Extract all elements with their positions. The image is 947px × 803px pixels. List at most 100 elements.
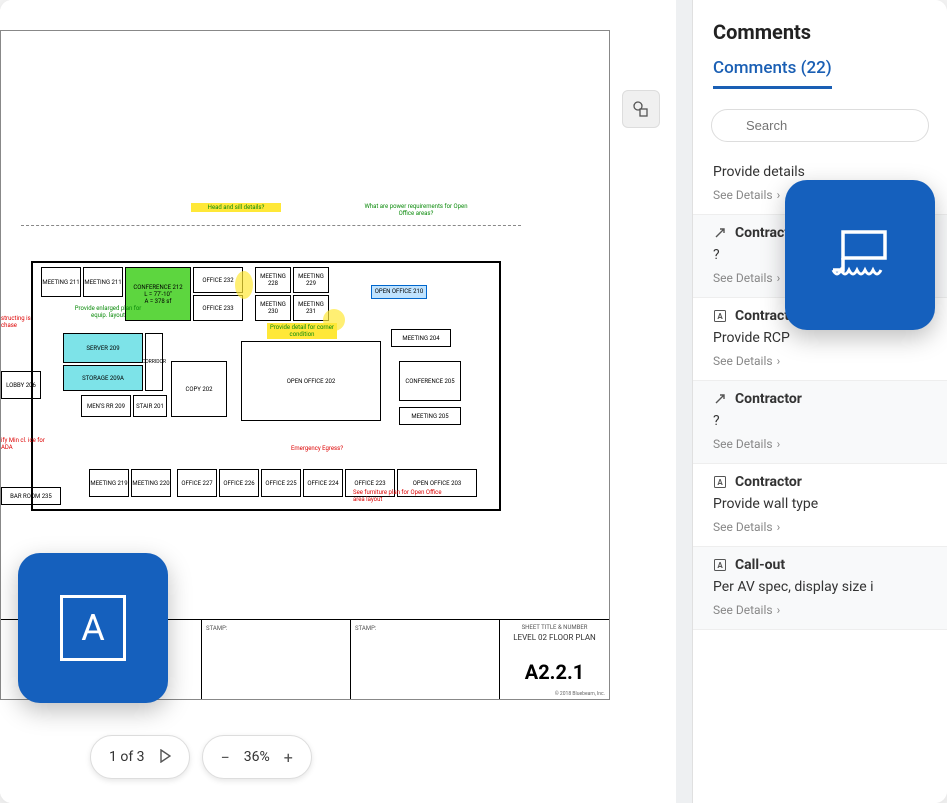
- comments-title: Comments: [693, 20, 947, 58]
- comment-text: Provide wall type: [713, 496, 927, 512]
- see-details-link[interactable]: See Details ›: [713, 437, 927, 451]
- chevron-right-icon: ›: [777, 437, 781, 451]
- room-office-227: OFFICE 227: [177, 469, 217, 497]
- viewer-controls: 1 of 3 − 36% +: [90, 735, 312, 779]
- annotation-egress: Emergency Egress?: [291, 445, 343, 452]
- comment-author: Contractor: [735, 474, 802, 490]
- dimension-line: [21, 225, 521, 226]
- room-area: A = 378 sf: [145, 298, 172, 305]
- room-office-233: OFFICE 233: [193, 295, 243, 321]
- see-details-link[interactable]: See Details ›: [713, 520, 927, 534]
- room-office-226: OFFICE 226: [219, 469, 259, 497]
- search-wrap: [693, 99, 947, 148]
- comment-text: Provide details: [713, 164, 927, 180]
- sheet-label: SHEET TITLE & NUMBER: [504, 624, 605, 631]
- comment-text: Per AV spec, display size i: [713, 579, 927, 595]
- see-details-link[interactable]: See Details ›: [713, 603, 927, 617]
- comment-text: ?: [713, 413, 927, 429]
- room-office-224: OFFICE 224: [303, 469, 343, 497]
- copyright: © 2018 Bluebeam, Inc.: [555, 691, 605, 697]
- annotation-power: What are power requirements for Open Off…: [361, 203, 471, 217]
- room-server-209: SERVER 209: [63, 333, 143, 363]
- callout-open-office: OPEN OFFICE 210: [371, 285, 427, 299]
- chevron-right-icon: ›: [777, 354, 781, 368]
- annotation-enlarged: Provide enlarged plan for equip. layout: [73, 305, 143, 319]
- stamp-label: STAMP:: [206, 625, 227, 632]
- chevron-right-icon: ›: [777, 188, 781, 202]
- arrow-icon: [713, 226, 727, 240]
- comments-panel: Comments Comments (22) Provide details S…: [692, 0, 947, 803]
- annotation-ada: ify Min cl. ice for ADA: [1, 437, 51, 451]
- page-indicator: 1 of 3: [109, 749, 145, 765]
- room-meeting-205: MEETING 205: [399, 407, 461, 425]
- next-page-button[interactable]: [159, 748, 171, 767]
- text-a-icon: A: [60, 595, 126, 661]
- room-bar-235: BAR ROOM 235: [1, 487, 61, 505]
- text-a-icon: A: [713, 309, 727, 323]
- arrow-icon: [713, 392, 727, 406]
- zoom-pill: − 36% +: [202, 735, 312, 779]
- room-meeting-211: MEETING 211: [41, 267, 81, 297]
- zoom-level: 36%: [244, 749, 270, 765]
- room-mens-rr: MEN'S RR 209: [81, 395, 131, 417]
- annotation-chase: structing is chase: [1, 315, 41, 329]
- play-icon: [159, 749, 171, 763]
- comment-header: A Call-out: [713, 557, 927, 573]
- comment-header: A Contractor: [713, 474, 927, 490]
- tb-sheet-info: SHEET TITLE & NUMBER LEVEL 02 FLOOR PLAN…: [499, 620, 609, 699]
- chevron-right-icon: ›: [777, 520, 781, 534]
- room-office-225: OFFICE 225: [261, 469, 301, 497]
- chevron-right-icon: ›: [777, 271, 781, 285]
- comments-tabs: Comments (22): [693, 58, 947, 99]
- sheet-title: LEVEL 02 FLOOR PLAN: [504, 633, 605, 642]
- stamp-label: STAMP:: [355, 625, 376, 632]
- comment-text: Provide RCP: [713, 330, 927, 346]
- room-meeting-230: MEETING 230: [255, 295, 291, 321]
- room-lobby-206: LOBBY 206: [1, 371, 41, 399]
- room-meeting-229: MEETING 229: [293, 267, 329, 293]
- room-storage-209a: STORAGE 209A: [63, 365, 143, 391]
- room-corridor: CORRIDOR: [145, 333, 163, 391]
- room-meeting-211b: MEETING 211: [83, 267, 123, 297]
- shapes-tool-button[interactable]: [622, 90, 660, 128]
- sidebar-gap: [676, 0, 692, 803]
- zoom-out-button[interactable]: −: [221, 748, 230, 767]
- svg-text:A: A: [717, 478, 723, 487]
- room-meeting-220: MEETING 220: [131, 469, 171, 497]
- comment-item[interactable]: A Call-out Per AV spec, display size i S…: [693, 547, 947, 630]
- annotation-furniture: See furniture plan for Open Office area …: [353, 489, 443, 503]
- room-stair-201: STAIR 201: [133, 395, 167, 417]
- comment-item[interactable]: A Contractor Provide wall type See Detai…: [693, 464, 947, 547]
- tab-comments[interactable]: Comments (22): [713, 58, 832, 89]
- comment-author: Contractor: [735, 391, 802, 407]
- room-open-office-202: OPEN OFFICE 202: [241, 341, 381, 421]
- see-details-link[interactable]: See Details ›: [713, 354, 927, 368]
- comment-author: Call-out: [735, 557, 785, 573]
- comment-header: Contractor: [713, 391, 927, 407]
- tb-stamp1: STAMP:: [201, 620, 350, 699]
- floor-plan: MEETING 211 MEETING 211 CONFERENCE 212 L…: [1, 231, 561, 551]
- annotation-head-sill: Head and sill details?: [191, 203, 281, 212]
- room-label: CONFERENCE 212: [133, 284, 182, 291]
- app-container: MEETING 211 MEETING 211 CONFERENCE 212 L…: [0, 0, 947, 803]
- highlight-marker: [235, 271, 253, 299]
- comment-item[interactable]: Contractor ? See Details ›: [693, 381, 947, 464]
- text-a-icon: A: [713, 558, 727, 572]
- floating-badge-text-tool[interactable]: A: [18, 553, 168, 703]
- shapes-icon: [632, 100, 650, 118]
- svg-text:A: A: [717, 312, 723, 321]
- tb-stamp2: STAMP:: [350, 620, 499, 699]
- page-nav-pill: 1 of 3: [90, 735, 190, 779]
- room-conference-205: CONFERENCE 205: [399, 361, 461, 401]
- chevron-right-icon: ›: [777, 603, 781, 617]
- room-copy-202: COPY 202: [171, 361, 227, 417]
- floating-badge-cloud-tool[interactable]: [785, 180, 935, 330]
- room-meeting-228: MEETING 228: [255, 267, 291, 293]
- cloud-callout-icon: [819, 220, 901, 290]
- svg-text:A: A: [717, 561, 723, 570]
- search-input[interactable]: [711, 109, 929, 142]
- room-dim: L = 77'-10": [144, 291, 172, 298]
- sheet-number: A2.2.1: [504, 660, 605, 684]
- annotation-corner: Provide detail for corner condition: [267, 323, 337, 339]
- zoom-in-button[interactable]: +: [284, 748, 293, 767]
